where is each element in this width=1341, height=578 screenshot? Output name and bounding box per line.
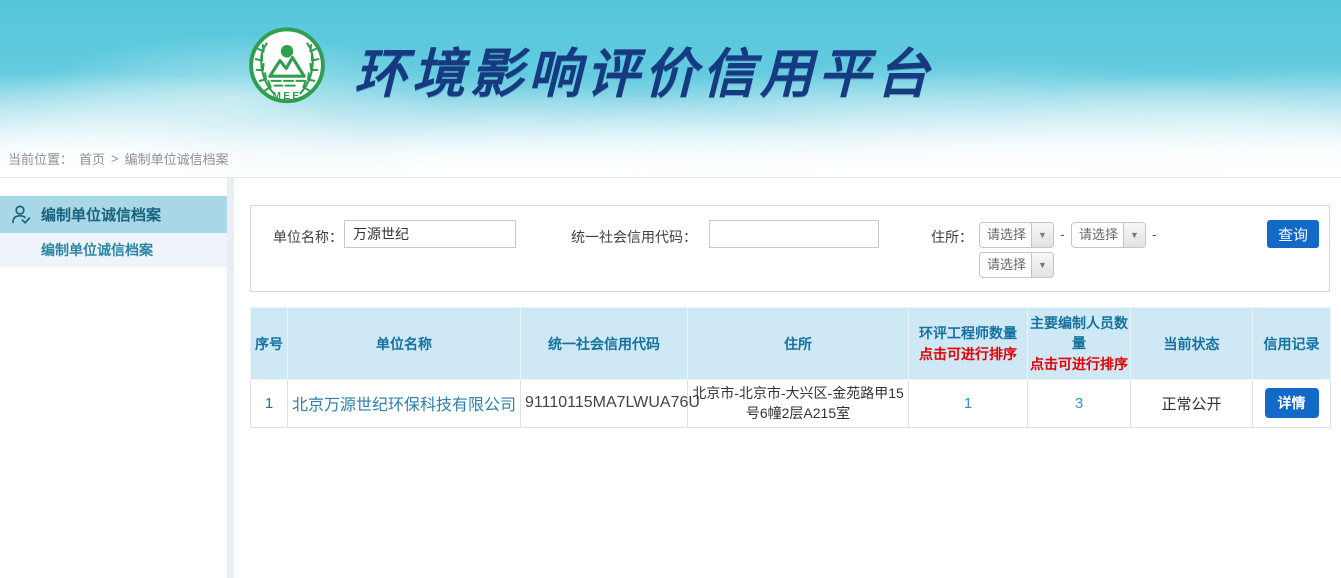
col-index: 序号 (251, 308, 288, 380)
table-row: 1 北京万源世纪环保科技有限公司 91110115MA7LWUA76U 北京市-… (251, 380, 1331, 428)
row-unit-name: 北京万源世纪环保科技有限公司 (288, 380, 521, 428)
mee-logo-text: MEE (273, 91, 302, 102)
main-content: 单位名称： 统一社会信用代码： 住所： 请选择 ▼ - 请选择 ▼ - 请选择 … (234, 178, 1341, 578)
site-title: 环境影响评价信用平台 (354, 32, 934, 108)
search-panel: 单位名称： 统一社会信用代码： 住所： 请选择 ▼ - 请选择 ▼ - 请选择 … (250, 205, 1330, 292)
row-index: 1 (251, 380, 288, 428)
city-select[interactable]: 请选择 ▼ (1071, 222, 1146, 248)
chevron-down-icon[interactable]: ▼ (1031, 223, 1053, 247)
detail-button[interactable]: 详情 (1265, 388, 1319, 418)
brand: MEE 环境影响评价信用平台 (248, 26, 934, 114)
row-engineer-count: 1 (909, 380, 1028, 428)
col-credit-record: 信用记录 (1253, 308, 1331, 380)
province-select[interactable]: 请选择 ▼ (979, 222, 1054, 248)
district-select[interactable]: 请选择 ▼ (979, 252, 1054, 278)
row-credit-code: 91110115MA7LWUA76U (521, 380, 688, 428)
breadcrumb-home-link[interactable]: 首页 (79, 149, 105, 168)
col-engineer-count-sort[interactable]: 环评工程师数量 点击可进行排序 (909, 308, 1028, 380)
row-staff-count: 3 (1028, 380, 1131, 428)
header-banner: MEE 环境影响评价信用平台 当前位置： 首页 > 编制单位诚信档案 (0, 0, 1341, 178)
breadcrumb-separator: > (111, 151, 119, 166)
credit-code-label: 统一社会信用代码： (571, 227, 697, 247)
user-check-icon (10, 204, 32, 226)
address-dash-2: - (1152, 226, 1157, 242)
row-address: 北京市-北京市-大兴区-金苑路甲15号6幢2层A215室 (688, 380, 909, 428)
district-select-value: 请选择 (980, 253, 1031, 277)
address-label: 住所： (931, 227, 973, 247)
sidebar-item-label: 编制单位诚信档案 (41, 240, 153, 260)
credit-code-input[interactable] (709, 220, 879, 248)
sidebar: 编制单位诚信档案 编制单位诚信档案 (0, 178, 234, 578)
col-credit-code: 统一社会信用代码 (521, 308, 688, 380)
province-select-value: 请选择 (980, 223, 1031, 247)
city-select-value: 请选择 (1072, 223, 1123, 247)
breadcrumb: 当前位置： 首页 > 编制单位诚信档案 (8, 149, 229, 168)
row-status: 正常公开 (1131, 380, 1253, 428)
col-unit-name: 单位名称 (288, 308, 521, 380)
sidebar-group-credit-archive[interactable]: 编制单位诚信档案 (0, 196, 227, 233)
unit-name-link[interactable]: 北京万源世纪环保科技有限公司 (292, 397, 516, 414)
address-dash-1: - (1060, 226, 1065, 242)
sort-hint: 点击可进行排序 (911, 344, 1025, 364)
query-button[interactable]: 查询 (1267, 220, 1319, 248)
chevron-down-icon[interactable]: ▼ (1031, 253, 1053, 277)
sidebar-group-label: 编制单位诚信档案 (41, 204, 161, 225)
col-address: 住所 (688, 308, 909, 380)
mee-logo-icon: MEE (248, 26, 326, 114)
unit-name-label: 单位名称： (273, 227, 343, 247)
sidebar-item-credit-archive[interactable]: 编制单位诚信档案 (0, 233, 227, 267)
unit-name-input[interactable] (344, 220, 516, 248)
chevron-down-icon[interactable]: ▼ (1123, 223, 1145, 247)
sort-hint: 点击可进行排序 (1030, 354, 1128, 374)
results-table: 序号 单位名称 统一社会信用代码 住所 环评工程师数量 点击可进行排序 主要编制… (250, 307, 1331, 428)
table-header-row: 序号 单位名称 统一社会信用代码 住所 环评工程师数量 点击可进行排序 主要编制… (251, 308, 1331, 380)
breadcrumb-prefix: 当前位置： (8, 149, 73, 168)
staff-count-link[interactable]: 3 (1075, 395, 1083, 412)
breadcrumb-current: 编制单位诚信档案 (125, 149, 229, 168)
col-status: 当前状态 (1131, 308, 1253, 380)
col-staff-count-sort[interactable]: 主要编制人员数量 点击可进行排序 (1028, 308, 1131, 380)
row-action: 详情 (1253, 380, 1331, 428)
page-body: 编制单位诚信档案 编制单位诚信档案 单位名称： 统一社会信用代码： 住所： 请选… (0, 178, 1341, 578)
engineer-count-link[interactable]: 1 (964, 395, 972, 412)
